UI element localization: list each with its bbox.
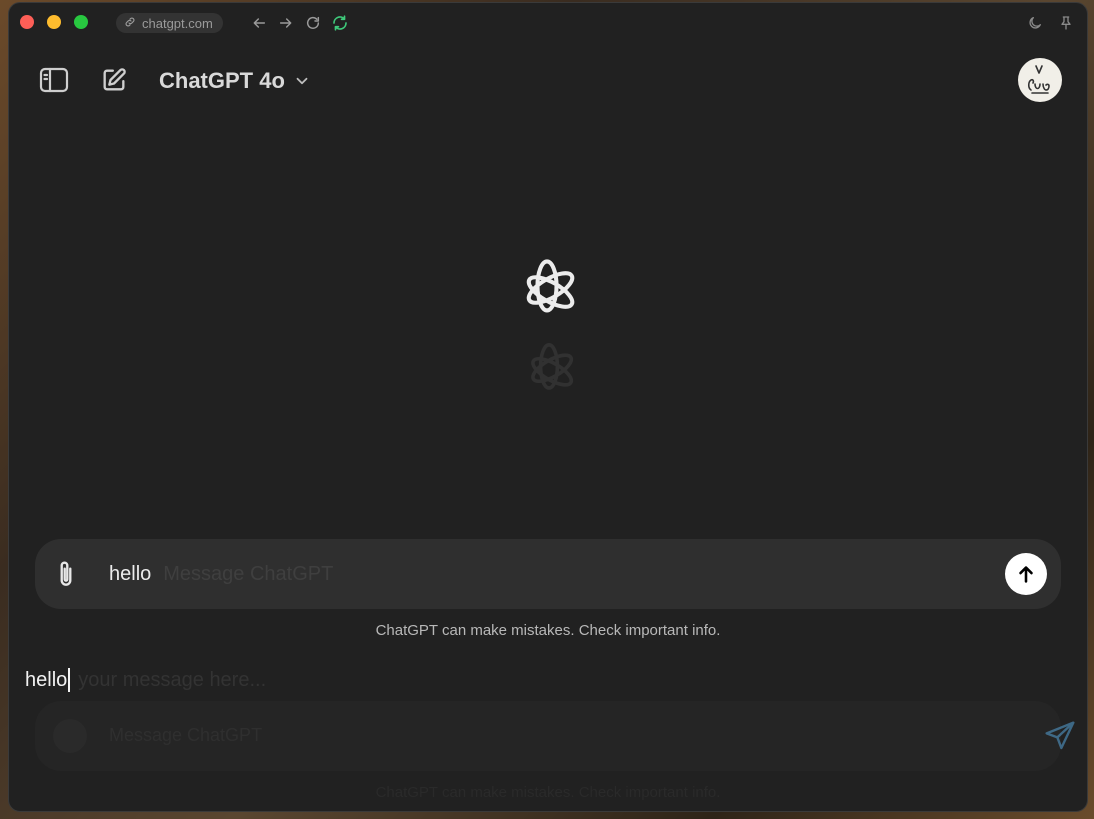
back-arrow-icon [253,18,266,28]
pin-icon [1061,16,1071,30]
overlay-composer: Message ChatGPT [35,701,1075,771]
new-chat-icon [103,68,126,91]
arrow-up-icon [1019,566,1033,583]
overlay-typed-value: hello [25,668,68,691]
sync-icon [333,15,347,31]
sidebar-toggle-icon [39,67,69,93]
url-bar[interactable]: chatgpt.com [116,13,223,33]
overlay-placeholder: your message here... [78,668,267,691]
overlay-attach-button [53,719,87,753]
link-icon [124,16,136,31]
overlay-disclaimer: ChatGPT can make mistakes. Check importa… [375,784,721,801]
message-composer: hello Message ChatGPT [35,539,1061,609]
reload-button[interactable] [303,12,323,34]
back-button[interactable] [249,12,269,34]
message-input-placeholder: Message ChatGPT [163,562,334,585]
message-input[interactable]: hello Message ChatGPT [109,561,333,587]
model-selector[interactable]: ChatGPT 4o [159,66,311,96]
maximize-window-button[interactable] [74,15,88,29]
overlay-typed-line: hello your message here... [25,667,266,693]
forward-arrow-icon [279,18,292,28]
message-input-value: hello [109,562,152,585]
overlay-send-button [1041,717,1079,755]
new-chat-button[interactable] [97,63,131,97]
model-name: ChatGPT 4o [159,68,285,93]
sync-button[interactable] [330,12,350,34]
reload-icon [306,16,320,29]
pin-button[interactable] [1056,13,1076,33]
avatar-doodle-icon [1027,65,1050,94]
sidebar-toggle-button[interactable] [37,63,71,97]
minimize-window-button[interactable] [47,15,61,29]
avatar[interactable] [1018,58,1062,102]
forward-button[interactable] [276,12,296,34]
chatgpt-logo-icon [526,259,575,313]
disclaimer-text: ChatGPT can make mistakes. Check importa… [375,622,721,639]
paperclip-icon [60,561,72,586]
attach-file-button[interactable] [51,559,81,589]
send-button[interactable] [1005,553,1047,595]
overlay-input-placeholder: Message ChatGPT [109,725,263,745]
title-bar: chatgpt.com [9,3,1087,43]
dark-mode-button[interactable] [1025,13,1045,33]
close-window-button[interactable] [20,15,34,29]
chevron-down-icon [296,77,308,85]
moon-icon [1029,17,1041,29]
url-text: chatgpt.com [142,15,213,31]
browser-window: chatgpt.com ChatGPT 4o hello Message Cha… [8,2,1088,812]
chatgpt-logo-ghost-icon [531,343,574,390]
paper-plane-icon [1045,721,1075,750]
text-caret [68,668,71,692]
